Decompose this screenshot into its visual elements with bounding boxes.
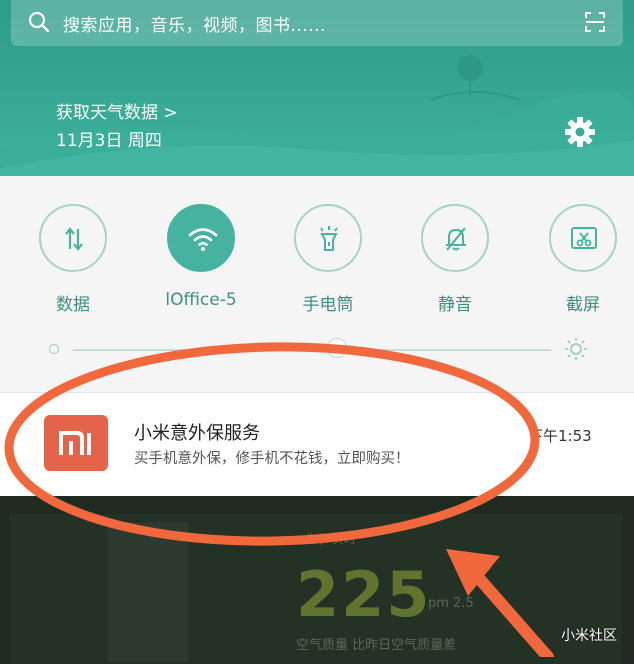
toggle-label: 手电筒 bbox=[302, 295, 354, 315]
weather-link[interactable]: 获取天气数据 > bbox=[56, 98, 178, 123]
wifi-icon bbox=[188, 228, 218, 251]
brightness-thumb[interactable] bbox=[326, 338, 347, 358]
toggle-screenshot[interactable]: 截屏 bbox=[538, 204, 628, 315]
flashlight-icon bbox=[320, 226, 338, 251]
background-text: 空气质量 比昨日空气质量差 bbox=[296, 638, 457, 653]
toggle-label: lOffice-5 bbox=[165, 290, 237, 310]
background-app: 北京 实时 225 pm 2.5 空气质量 比昨日空气质量差 bbox=[0, 496, 634, 664]
notification-time: 下午1:53 bbox=[528, 427, 592, 445]
toggle-circle[interactable] bbox=[421, 204, 489, 272]
background-text: 北京 实时 bbox=[304, 532, 356, 546]
notification-card[interactable]: 小米意外保服务 买手机意外保，修手机不花钱，立即购买！ 下午1:53 bbox=[0, 392, 634, 497]
brightness-low-icon bbox=[49, 344, 59, 354]
toggle-circle[interactable] bbox=[294, 204, 362, 272]
notification-title: 小米意外保服务 bbox=[134, 423, 260, 444]
settings-gear-icon[interactable] bbox=[564, 116, 596, 148]
toggle-label: 数据 bbox=[56, 295, 90, 315]
date-label: 11月3日 周四 bbox=[56, 131, 162, 151]
screenshot-icon bbox=[571, 227, 597, 249]
notification-body: 买手机意外保，修手机不花钱，立即购买！ bbox=[134, 451, 410, 467]
background-value: 225 bbox=[296, 558, 432, 631]
toggle-circle[interactable] bbox=[39, 204, 107, 272]
toggle-data[interactable]: 数据 bbox=[28, 204, 118, 315]
background-column bbox=[108, 522, 188, 662]
toggle-wifi[interactable]: lOffice-5 bbox=[156, 204, 246, 310]
toggle-mute[interactable]: 静音 bbox=[410, 204, 500, 315]
notification-shade-header: 搜索应用，音乐，视频，图书...... 获取天气数据 > 11月3日 周四 bbox=[0, 0, 634, 176]
scan-icon[interactable] bbox=[585, 12, 605, 32]
mi-logo-icon bbox=[44, 415, 108, 471]
toggle-circle[interactable] bbox=[549, 204, 617, 272]
search-bar[interactable]: 搜索应用，音乐，视频，图书...... bbox=[11, 0, 623, 46]
toggle-flashlight[interactable]: 手电筒 bbox=[283, 204, 373, 315]
toggle-circle[interactable] bbox=[167, 204, 235, 272]
background-text: pm 2.5 bbox=[428, 596, 474, 611]
search-input[interactable]: 搜索应用，音乐，视频，图书...... bbox=[63, 11, 326, 36]
toggle-label: 截屏 bbox=[566, 295, 600, 315]
quick-settings-panel: 数据 lOffice-5 手电筒 静音 截屏 bbox=[0, 176, 634, 392]
toggle-label: 静音 bbox=[438, 295, 472, 315]
mute-bell-icon bbox=[446, 227, 466, 251]
search-icon bbox=[28, 11, 50, 33]
brightness-track[interactable] bbox=[73, 349, 551, 351]
brightness-slider[interactable] bbox=[47, 338, 587, 360]
data-arrows-icon bbox=[65, 227, 83, 251]
watermark: 小米社区 bbox=[561, 628, 617, 644]
brightness-high-icon bbox=[565, 338, 587, 360]
